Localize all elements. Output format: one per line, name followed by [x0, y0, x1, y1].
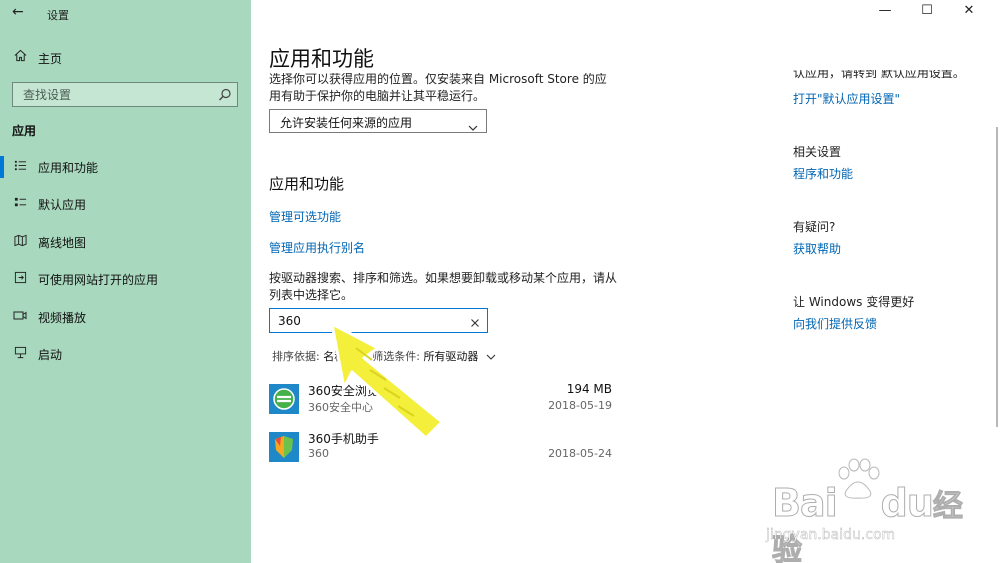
chevron-down-icon[interactable]: [486, 351, 496, 364]
filter-label: 筛选条件:: [372, 350, 420, 363]
app-publisher: 360安全中心: [308, 401, 373, 414]
sidebar-item-apps-features[interactable]: 应用和功能: [0, 154, 251, 180]
active-indicator: [0, 156, 4, 178]
sidebar-item-default-apps[interactable]: 默认应用: [0, 191, 251, 217]
app-install-date: 2018-05-24: [548, 447, 612, 460]
sidebar-item-offline-maps[interactable]: 离线地图: [0, 229, 251, 255]
default-apps-hint-clip: 认应用，请转到 默认应用设置。: [793, 70, 993, 82]
sidebar-item-label: 离线地图: [38, 236, 87, 250]
install-source-description: 选择你可以获得应用的位置。仅安装来自 Microsoft Store 的应用有助…: [269, 73, 607, 103]
sidebar-item-label: 默认应用: [38, 198, 87, 212]
app-publisher: 360: [308, 447, 329, 460]
sort-label: 排序依据:: [272, 350, 320, 363]
sidebar-item-video-playback[interactable]: 视频播放: [0, 304, 251, 330]
apps-for-websites-icon: [12, 271, 28, 287]
app-name: 360安全浏览器: [308, 384, 391, 398]
app-list-item[interactable]: 360手机助手 360 2018-05-24: [269, 428, 614, 468]
sidebar-item-label: 可使用网站打开的应用: [38, 273, 159, 287]
sidebar-item-label: 启动: [38, 348, 63, 362]
app-search-box[interactable]: [269, 308, 488, 333]
settings-search-input[interactable]: [13, 83, 208, 106]
search-icon[interactable]: [218, 87, 232, 101]
sidebar-item-startup[interactable]: 启动: [0, 341, 251, 367]
get-help-link[interactable]: 获取帮助: [793, 240, 841, 257]
sidebar-section-header: 应用: [12, 124, 37, 138]
360-browser-icon: [269, 384, 299, 414]
manage-optional-features-link[interactable]: 管理可选功能: [269, 208, 341, 225]
offline-maps-icon: [12, 234, 28, 250]
back-arrow-icon[interactable]: ←: [12, 4, 24, 20]
360-phone-assistant-icon: [269, 432, 299, 462]
give-feedback-link[interactable]: 向我们提供反馈: [793, 315, 877, 332]
filter-dropdown[interactable]: 所有驱动器: [423, 350, 478, 363]
sort-dropdown[interactable]: 名称: [323, 350, 345, 363]
sidebar-home-label: 主页: [38, 52, 63, 66]
open-default-apps-link[interactable]: 打开"默认应用设置": [793, 90, 900, 107]
manage-app-execution-aliases-link[interactable]: 管理应用执行别名: [269, 239, 365, 256]
apps-features-heading: 应用和功能: [269, 175, 345, 193]
window-title-bar: ← 设置: [0, 4, 251, 24]
sidebar-item-label: 视频播放: [38, 311, 87, 325]
feedback-heading: 让 Windows 变得更好: [793, 295, 915, 309]
app-size: 194 MB: [566, 382, 612, 396]
search-description: 按驱动器搜索、排序和筛选。如果想要卸载或移动某个应用，请从列表中选择它。: [269, 271, 618, 302]
default-apps-icon: [12, 196, 28, 212]
default-apps-hint: 认应用，请转到 默认应用设置。: [793, 70, 965, 80]
video-playback-icon: [12, 309, 28, 325]
main-content: 应用和功能 选择你可以获得应用的位置。仅安装来自 Microsoft Store…: [251, 0, 1000, 563]
question-heading: 有疑问?: [793, 220, 836, 234]
app-list-item[interactable]: 360安全浏览器 360安全中心 194 MB 2018-05-19: [269, 380, 614, 420]
window-title: 设置: [47, 9, 69, 22]
apps-features-icon: [12, 159, 28, 175]
chevron-down-icon: [468, 117, 478, 131]
related-settings-heading: 相关设置: [793, 145, 842, 159]
sidebar-item-home[interactable]: 主页: [0, 47, 251, 69]
intro-clip: 选择你可以获得应用的位置。仅安装来自 Microsoft Store 的应用有助…: [269, 73, 629, 107]
page-title: 应用和功能: [269, 47, 374, 71]
startup-icon: [12, 346, 28, 362]
sidebar: ← 设置 主页 应用 应用和功能 默认应用 离线地图: [0, 0, 251, 563]
close-icon[interactable]: [469, 314, 481, 327]
home-icon: [12, 49, 28, 65]
install-source-dropdown[interactable]: 允许安装任何来源的应用: [269, 109, 487, 133]
app-search-input[interactable]: [270, 309, 460, 332]
settings-search-box[interactable]: [12, 82, 238, 107]
app-install-date: 2018-05-19: [548, 399, 612, 412]
scrollbar[interactable]: [996, 127, 998, 427]
sort-filter-row: 排序依据: 名称 筛选条件: 所有驱动器: [272, 348, 496, 364]
app-name: 360手机助手: [308, 432, 379, 446]
programs-features-link[interactable]: 程序和功能: [793, 165, 853, 182]
sidebar-item-apps-for-websites[interactable]: 可使用网站打开的应用: [0, 266, 251, 292]
sidebar-item-label: 应用和功能: [38, 161, 99, 175]
install-source-value: 允许安装任何来源的应用: [280, 116, 413, 130]
